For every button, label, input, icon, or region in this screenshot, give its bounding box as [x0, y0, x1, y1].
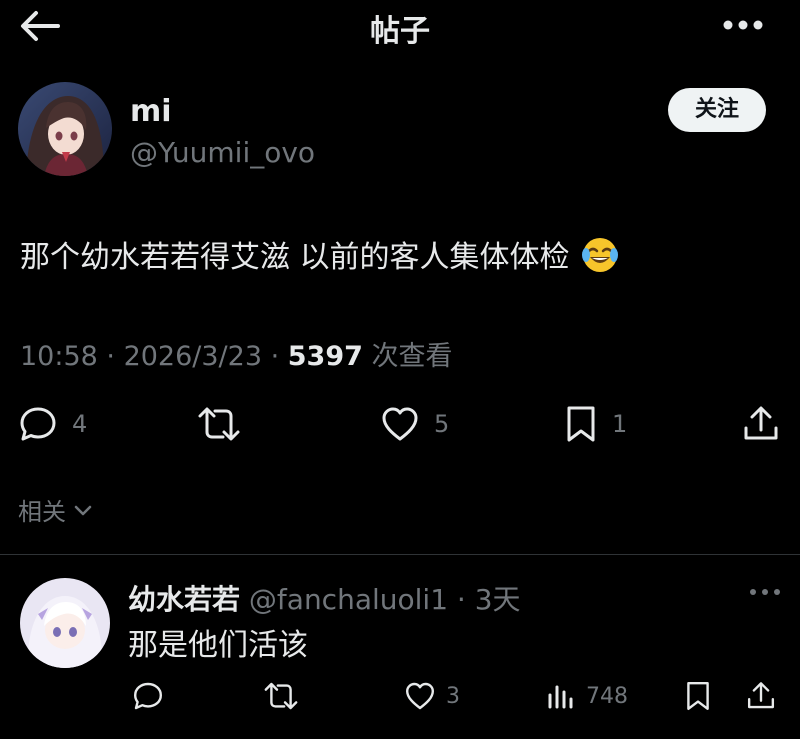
related-label: 相关	[18, 498, 66, 526]
author-display-name[interactable]: mi	[130, 94, 172, 129]
more-horizontal-icon	[750, 589, 780, 595]
reply-views-action[interactable]: 748	[546, 676, 628, 716]
reply-count: 4	[72, 410, 88, 438]
post-body: 那个幼水若若得艾滋 以前的客人集体体检	[20, 240, 570, 275]
reply-avatar[interactable]	[20, 578, 110, 668]
reply-handle[interactable]: @fanchaluoli1	[249, 583, 448, 616]
page-title: 帖子	[370, 14, 430, 49]
heart-icon	[382, 407, 418, 441]
reply-more-button[interactable]	[748, 582, 782, 602]
reply-like-action[interactable]: 3	[404, 676, 460, 716]
analytics-bar-icon	[548, 685, 573, 709]
post-text: 那个幼水若若得艾滋 以前的客人集体体检	[20, 232, 620, 276]
repost-icon	[264, 682, 298, 710]
reply-like-count: 3	[446, 683, 460, 709]
anime-white-hair-avatar	[20, 578, 110, 668]
post-meta: 10:58 · 2026/3/23 · 5397 次查看	[20, 334, 453, 373]
meta-separator: ·	[262, 341, 288, 372]
share-icon	[747, 682, 775, 709]
share-icon	[744, 406, 778, 440]
face-with-tears-of-joy-icon	[581, 238, 618, 272]
reply-age: 3天	[474, 583, 521, 616]
divider	[0, 554, 800, 555]
bookmark-icon	[687, 682, 709, 710]
post-time: 10:58	[20, 341, 98, 372]
follow-button[interactable]: 关注	[668, 88, 766, 132]
chevron-down-icon	[74, 505, 92, 515]
view-count: 5397	[287, 341, 363, 372]
bookmark-icon	[567, 406, 595, 442]
related-toggle[interactable]: 相关	[18, 492, 94, 527]
like-count: 5	[434, 410, 450, 438]
bookmark-count: 1	[612, 410, 628, 438]
meta-separator: ·	[97, 341, 124, 372]
reply-header: 幼水若若 @fanchaluoli1 · 3天	[128, 578, 521, 618]
reply-action[interactable]: 4	[18, 402, 87, 446]
view-count-label: 次查看	[371, 341, 453, 372]
repost-action[interactable]	[196, 402, 242, 446]
anime-girl-avatar	[18, 82, 112, 176]
reply-view-count: 748	[586, 683, 628, 709]
reply-separator: ·	[448, 583, 475, 616]
reply-repost-action[interactable]	[262, 676, 300, 716]
reply-text: 那是他们活该	[128, 628, 308, 663]
post-date: 2026/3/23	[123, 341, 263, 372]
more-horizontal-icon	[723, 20, 763, 30]
repost-icon	[198, 407, 240, 441]
reply-share-action[interactable]	[746, 676, 776, 716]
reply-comment-action[interactable]	[132, 676, 164, 716]
comment-icon	[20, 407, 56, 441]
author-avatar[interactable]	[18, 82, 112, 176]
reply-display-name[interactable]: 幼水若若	[128, 583, 240, 616]
share-action[interactable]	[742, 402, 780, 446]
heart-icon	[406, 682, 434, 710]
comment-icon	[134, 682, 162, 710]
like-action[interactable]: 5	[380, 402, 449, 446]
bookmark-action[interactable]: 1	[564, 402, 627, 446]
more-button[interactable]	[720, 10, 766, 40]
reply-bookmark-action[interactable]	[684, 676, 712, 716]
author-handle[interactable]: @Yuumii_ovo	[130, 136, 315, 169]
